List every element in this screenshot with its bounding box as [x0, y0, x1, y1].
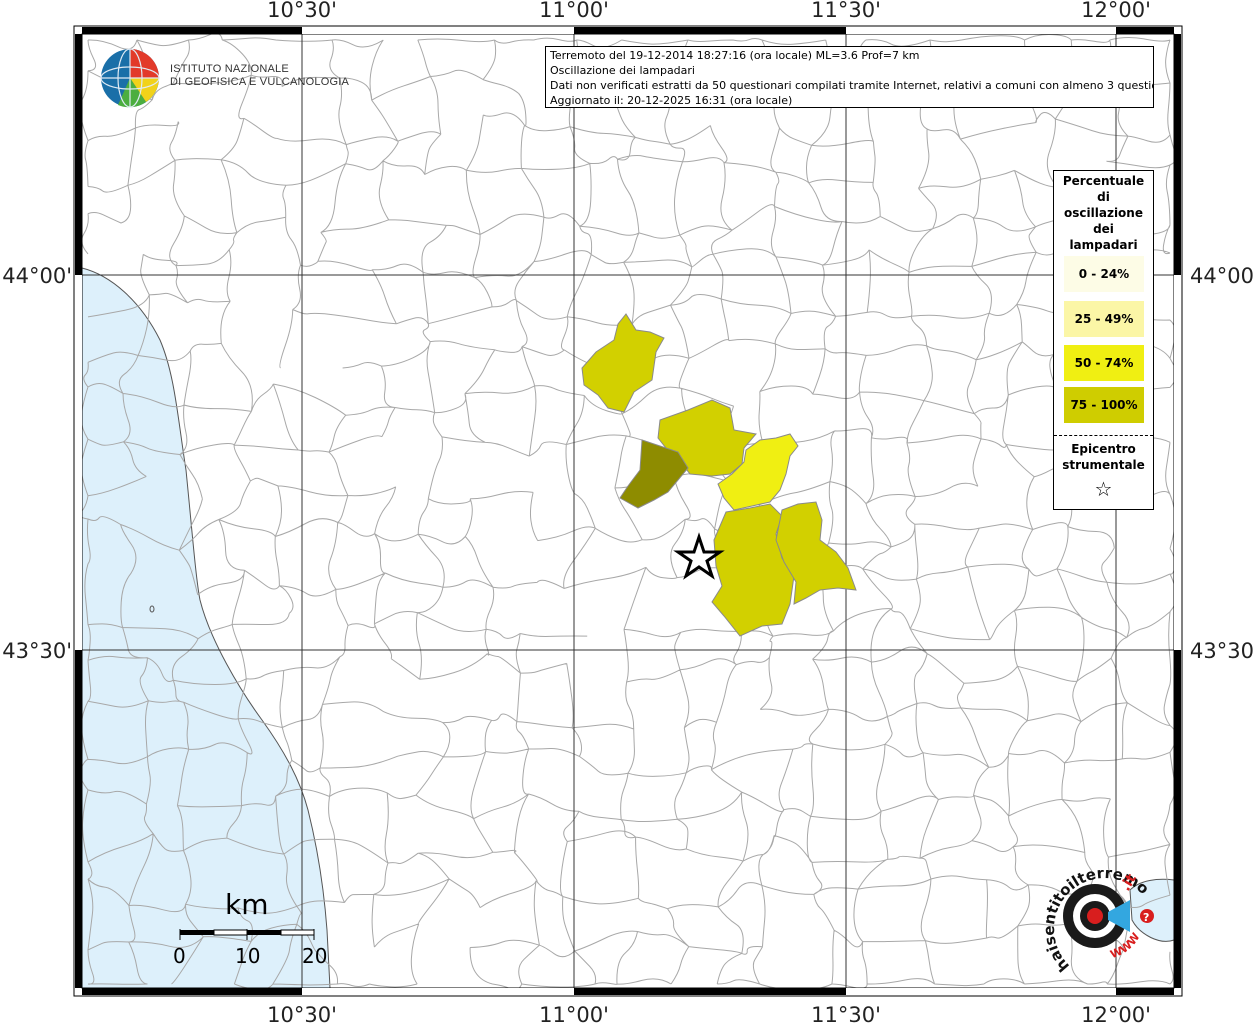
legend-epicenter-line1: Epicentro — [1071, 442, 1136, 456]
legend-class-1: 25 - 49% — [1064, 301, 1144, 337]
lon-tick-bottom-1: 10°30' — [267, 1003, 337, 1024]
hst-question: ? — [1143, 911, 1149, 924]
event-info-box: Terremoto del 19-12-2014 18:27:16 (ora l… — [545, 46, 1154, 108]
legend-epicenter-title: Epicentro strumentale — [1054, 441, 1153, 473]
event-info-line4: Aggiornato il: 20-12-2025 16:31 (ora loc… — [550, 94, 793, 107]
legend-class-0: 0 - 24% — [1064, 256, 1144, 292]
legend-epicenter-line2: strumentale — [1062, 458, 1145, 472]
legend-title-line4: dei — [1093, 222, 1114, 236]
hst-watermark: haisentitoilterremoto .it WWW ? — [1040, 870, 1153, 975]
lon-tick-top-4: 12°00' — [1081, 0, 1151, 22]
scale-tick-0: 0 — [173, 944, 186, 968]
ingv-globe-icon — [100, 48, 160, 108]
ingv-name-line1: ISTITUTO NAZIONALE — [170, 63, 289, 75]
legend-title-line1: Percentuale — [1062, 174, 1145, 188]
legend-class-2: 50 - 74% — [1064, 345, 1144, 381]
legend-title-line3: oscillazione — [1064, 206, 1143, 220]
lon-tick-bottom-2: 11°00' — [539, 1003, 609, 1024]
legend-class-3: 75 - 100% — [1064, 387, 1144, 423]
legend: Percentuale di oscillazione dei lampadar… — [1053, 170, 1154, 510]
lat-tick-left-2: 43°30' — [2, 639, 72, 663]
scale-tick-10: 10 — [235, 944, 261, 968]
lat-tick-right-1: 44°00' — [1190, 264, 1256, 288]
lon-tick-top-1: 10°30' — [267, 0, 337, 22]
event-info-line1: Terremoto del 19-12-2014 18:27:16 (ora l… — [550, 49, 920, 62]
lon-tick-bottom-3: 11°30' — [811, 1003, 881, 1024]
legend-separator — [1054, 435, 1153, 436]
event-info-line3: Dati non verificati estratti da 50 quest… — [550, 79, 1154, 92]
lat-tick-left-1: 44°00' — [2, 264, 72, 288]
lon-tick-top-2: 11°00' — [539, 0, 609, 22]
ingv-logo-text: ISTITUTO NAZIONALE DI GEOFISICA E VULCAN… — [170, 63, 349, 89]
hst-watermark-www: WWW — [1108, 930, 1142, 961]
svg-text:WWW: WWW — [1108, 930, 1142, 961]
scale-tick-20: 20 — [302, 944, 328, 968]
scale-title: km — [225, 888, 269, 921]
ingv-name-line2: DI GEOFISICA E VULCANOLOGIA — [170, 76, 349, 88]
legend-title-line5: lampadari — [1069, 238, 1138, 252]
lat-tick-right-2: 43°30' — [1190, 639, 1256, 663]
legend-title: Percentuale di oscillazione dei lampadar… — [1054, 171, 1153, 253]
legend-epicenter-star-icon: ☆ — [1094, 477, 1113, 501]
legend-title-line2: di — [1097, 190, 1110, 204]
lon-tick-bottom-4: 12°00' — [1081, 1003, 1151, 1024]
lon-tick-top-3: 11°30' — [811, 0, 881, 22]
event-info-line2: Oscillazione dei lampadari — [550, 64, 695, 77]
